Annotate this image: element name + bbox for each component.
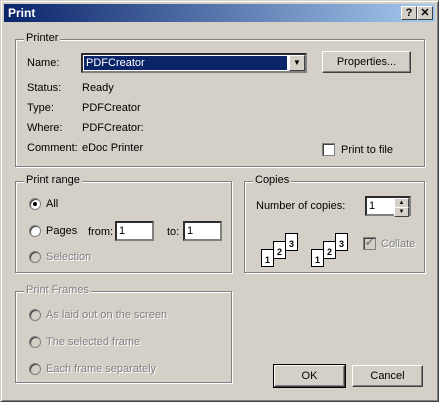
page-icon: 1	[261, 249, 274, 267]
ok-button[interactable]: OK	[273, 364, 346, 388]
number-of-copies-label: Number of copies:	[256, 200, 346, 212]
frames-option-radio[interactable]	[29, 336, 41, 348]
type-label: Type:	[27, 102, 54, 114]
all-label[interactable]: All	[46, 198, 58, 210]
name-label: Name:	[27, 57, 60, 69]
print-frames-group-label: Print Frames	[24, 284, 91, 296]
properties-button[interactable]: Properties...	[322, 51, 411, 73]
where-label: Where:	[27, 122, 63, 134]
printer-name-combo[interactable]: PDFCreator ▼	[81, 53, 307, 73]
frames-option-radio[interactable]	[29, 363, 41, 375]
print-dialog: Print ? ✕ Printer Name: PDFCreator ▼ Pro…	[0, 0, 439, 402]
page-icon: 3	[335, 233, 348, 251]
cancel-button[interactable]: Cancel	[352, 365, 423, 387]
all-radio[interactable]	[29, 198, 41, 210]
from-input[interactable]: 1	[115, 221, 154, 241]
where-value: PDFCreator:	[82, 122, 144, 134]
pages-label[interactable]: Pages	[46, 225, 77, 237]
print-to-file-checkbox[interactable]	[322, 143, 335, 156]
selection-label[interactable]: Selection	[46, 251, 91, 263]
from-label: from:	[88, 226, 114, 238]
to-input[interactable]: 1	[183, 221, 222, 241]
page-icon: 1	[311, 249, 324, 267]
help-button[interactable]: ?	[401, 6, 417, 20]
frames-option-label[interactable]: The selected frame	[46, 336, 140, 348]
frames-option-radio[interactable]	[29, 309, 41, 321]
comment-value: eDoc Printer	[82, 142, 144, 154]
printer-group-label: Printer	[24, 32, 61, 44]
page-icon: 3	[285, 233, 298, 251]
printer-name-value: PDFCreator	[84, 56, 287, 70]
status-label: Status:	[27, 82, 62, 94]
window-title: Print	[8, 6, 36, 20]
spin-down-icon[interactable]: ▼	[394, 207, 409, 217]
print-to-file-label[interactable]: Print to file	[341, 144, 393, 156]
frames-option-label[interactable]: Each frame separately	[46, 363, 156, 375]
type-value: PDFCreator	[82, 102, 141, 114]
chevron-down-icon[interactable]: ▼	[289, 55, 305, 71]
close-button[interactable]: ✕	[417, 6, 433, 20]
page-icon: 2	[273, 241, 286, 259]
selection-radio[interactable]	[29, 251, 41, 263]
page-icon: 2	[323, 241, 336, 259]
title-bar[interactable]: Print ? ✕	[4, 4, 435, 22]
status-value: Ready	[82, 82, 114, 94]
print-range-group-label: Print range	[24, 174, 82, 186]
collate-checkbox[interactable]: ✔	[363, 237, 376, 250]
collate-label[interactable]: Collate	[381, 238, 415, 250]
comment-label: Comment:	[27, 142, 78, 154]
pages-radio[interactable]	[29, 225, 41, 237]
copies-group-label: Copies	[253, 174, 292, 186]
to-label: to:	[167, 226, 180, 238]
frames-option-label[interactable]: As laid out on the screen	[46, 309, 167, 321]
